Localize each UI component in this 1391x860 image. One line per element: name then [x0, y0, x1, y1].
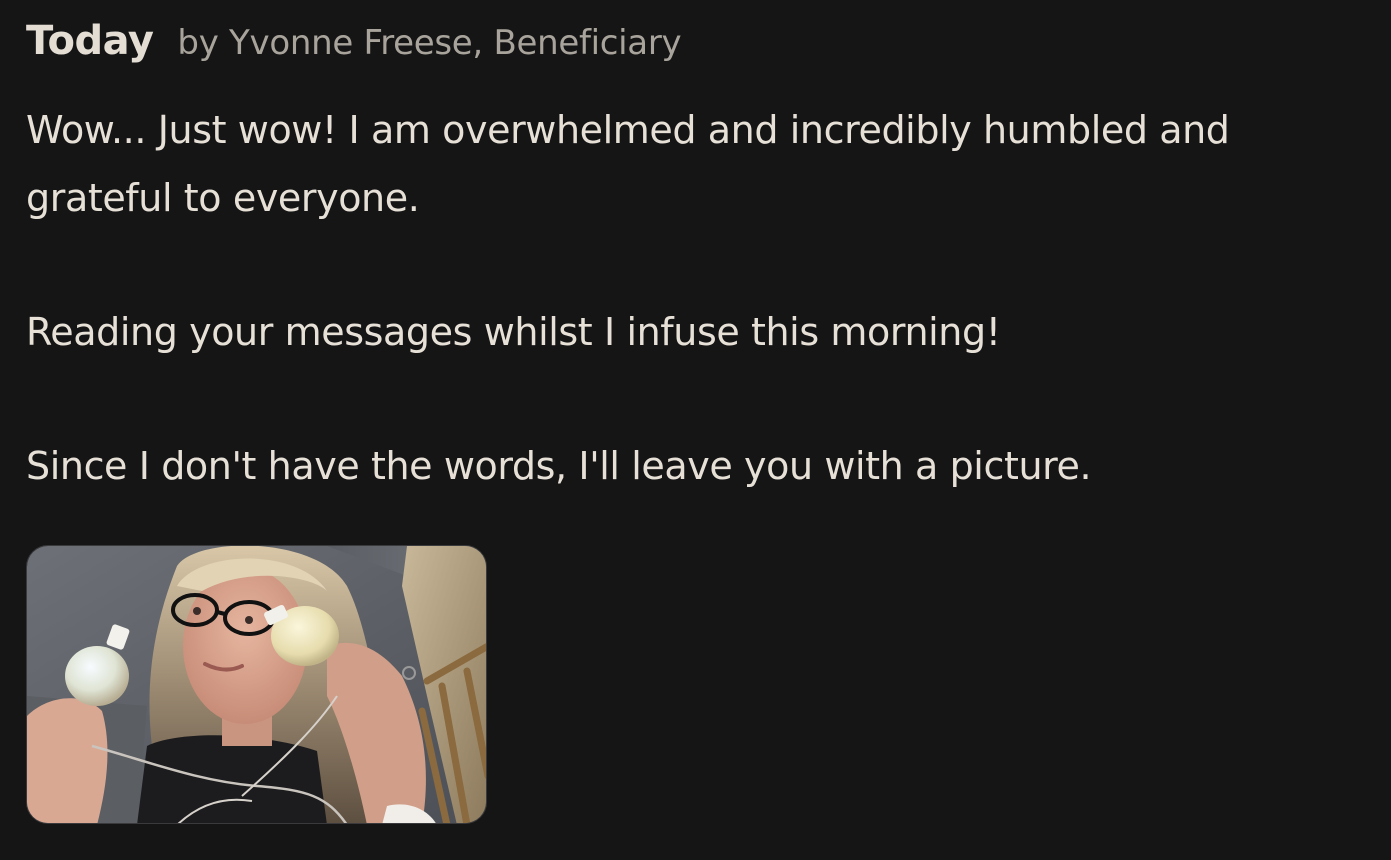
update-header: Today by Yvonne Freese, Beneficiary	[26, 18, 682, 64]
update-paragraph: Wow... Just wow! I am overwhelmed and in…	[26, 108, 1230, 220]
update-date-title: Today	[26, 18, 154, 64]
photo-illustration	[27, 546, 486, 823]
update-author-byline: by Yvonne Freese, Beneficiary	[177, 23, 682, 63]
update-paragraph: Reading your messages whilst I infuse th…	[26, 310, 1001, 354]
update-paragraph: Since I don't have the words, I'll leave…	[26, 444, 1092, 488]
update-photo[interactable]	[26, 545, 487, 824]
